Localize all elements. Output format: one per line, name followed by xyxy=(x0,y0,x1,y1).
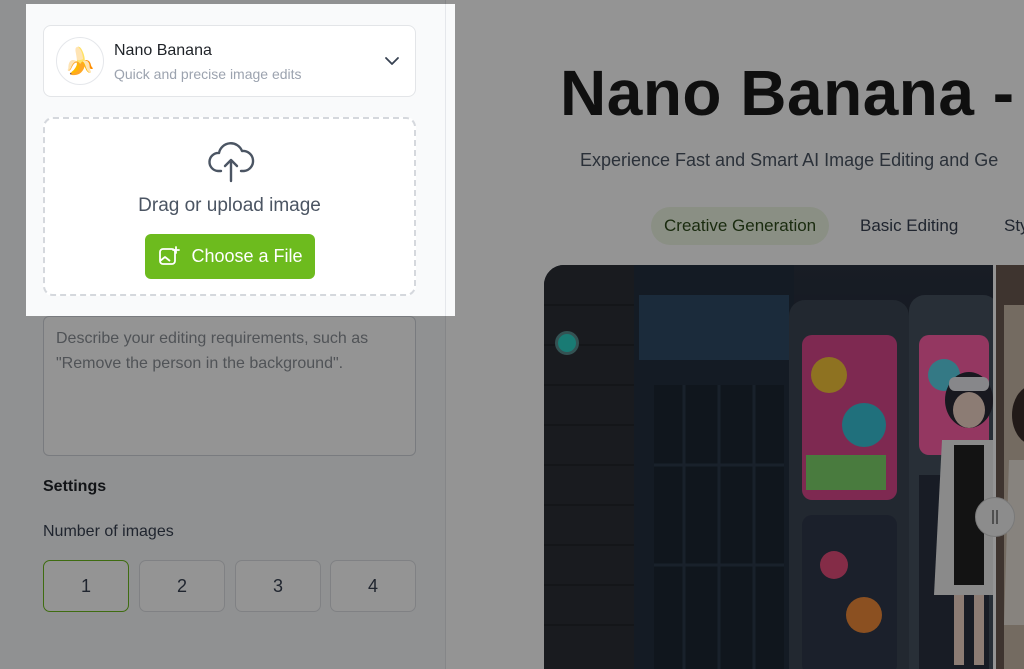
banana-icon: 🍌 xyxy=(56,37,104,85)
upload-dropzone[interactable]: Drag or upload image Choose a File xyxy=(43,117,416,296)
chevron-down-icon[interactable] xyxy=(383,52,401,70)
sidebar-border xyxy=(445,4,446,316)
drag-handle-icon[interactable] xyxy=(975,497,1015,537)
prompt-input[interactable] xyxy=(43,316,416,456)
preview-image xyxy=(544,265,1024,669)
settings-title: Settings xyxy=(43,478,107,495)
before-after-preview[interactable] xyxy=(544,265,1024,669)
image-count-option-2[interactable]: 2 xyxy=(139,560,225,612)
model-name: Nano Banana xyxy=(114,42,212,59)
choose-file-label: Choose a File xyxy=(191,246,303,266)
model-subtitle: Quick and precise image edits xyxy=(114,66,302,82)
tab-creative-generation[interactable]: Creative Generation xyxy=(651,207,830,245)
compare-divider xyxy=(993,265,996,669)
image-count-option-4[interactable]: 4 xyxy=(330,560,416,612)
page-subtitle: Experience Fast and Smart AI Image Editi… xyxy=(580,150,999,170)
cloud-upload-icon xyxy=(208,142,255,183)
tab-style[interactable]: Sty xyxy=(1004,207,1024,245)
model-selector[interactable]: 🍌 Nano Banana Quick and precise image ed… xyxy=(43,25,416,97)
page-title: Nano Banana - A xyxy=(560,57,1024,129)
main-content: Nano Banana - A Experience Fast and Smar… xyxy=(447,0,1024,669)
status-dot xyxy=(555,331,579,355)
spotlight-highlight: 🍌 Nano Banana Quick and precise image ed… xyxy=(26,4,455,316)
number-of-images-label: Number of images xyxy=(43,523,174,540)
image-add-icon xyxy=(159,245,181,265)
tab-basic-editing[interactable]: Basic Editing xyxy=(860,207,958,245)
image-count-option-3[interactable]: 3 xyxy=(235,560,321,612)
image-count-option-1[interactable]: 1 xyxy=(43,560,129,612)
choose-file-button[interactable]: Choose a File xyxy=(145,234,315,279)
upload-label: Drag or upload image xyxy=(138,195,321,216)
